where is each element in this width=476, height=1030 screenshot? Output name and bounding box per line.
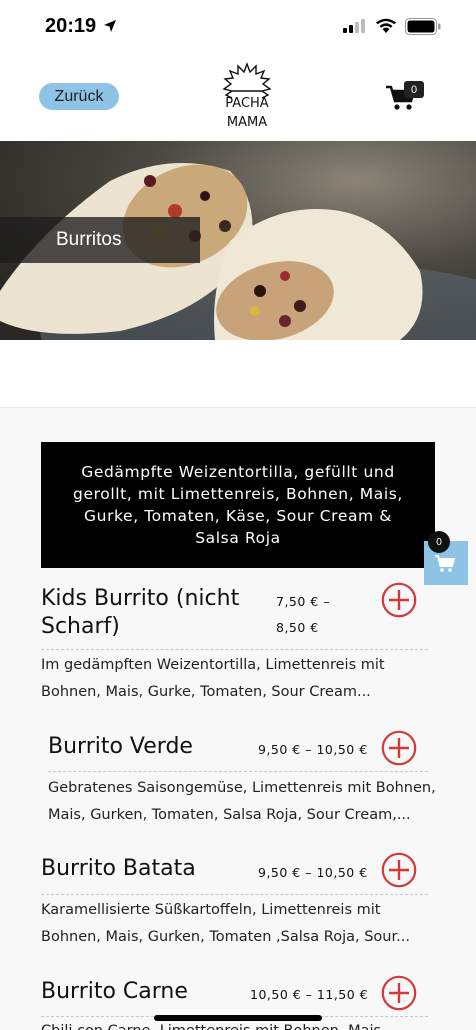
item-price-to: 8,50 €	[276, 620, 319, 635]
item-divider	[41, 894, 428, 895]
item-price: 10,50 € – 11,50 €	[250, 987, 369, 1002]
item-divider	[48, 771, 428, 772]
item-description: Karamellisierte Süßkartoffeln, Limettenr…	[41, 902, 410, 945]
cart-icon	[435, 555, 456, 572]
item-description: Im gedämpften Weizentortilla, Limettenre…	[41, 657, 385, 700]
item-name: Burrito Verde	[48, 734, 193, 759]
pacha-mama-logo: PACHA MAMA	[222, 62, 272, 130]
floating-cart-count-badge: 0	[428, 531, 450, 553]
add-to-cart-icon[interactable]	[381, 582, 417, 618]
cellular-signal-icon	[343, 19, 365, 33]
item-name: Burrito Batata	[41, 856, 196, 881]
item-description: Gebratenes Saisongemüse, Limettenreis mi…	[48, 780, 436, 823]
category-hero-image: Burritos	[0, 141, 476, 340]
item-price-from: 7,50 € –	[276, 594, 330, 609]
item-price: 9,50 € – 10,50 €	[258, 742, 368, 757]
cart-count-badge: 0	[404, 81, 424, 98]
back-button[interactable]: Zurück	[39, 83, 119, 110]
app-header: Zurück PACHA MAMA 0	[0, 52, 476, 141]
section-spacer	[0, 340, 476, 408]
status-bar: 20:19	[0, 0, 476, 52]
add-to-cart-icon[interactable]	[381, 975, 417, 1011]
add-to-cart-icon[interactable]	[381, 730, 417, 766]
wifi-icon	[376, 18, 396, 33]
battery-icon	[405, 18, 441, 35]
item-name: Kids Burrito (nicht Scharf)	[41, 586, 240, 639]
location-arrow-icon	[104, 20, 116, 32]
item-name: Burrito Carne	[41, 979, 188, 1004]
home-indicator[interactable]	[154, 1015, 322, 1021]
category-title: Burritos	[56, 229, 122, 250]
add-to-cart-icon[interactable]	[381, 852, 417, 888]
item-divider	[41, 649, 428, 650]
svg-text:MAMA: MAMA	[227, 115, 267, 130]
status-time: 20:19	[45, 15, 97, 37]
item-price: 9,50 € – 10,50 €	[258, 865, 368, 880]
category-description: Gedämpfte Weizentortilla, gefüllt und ge…	[41, 442, 435, 568]
svg-text:PACHA: PACHA	[225, 96, 269, 111]
